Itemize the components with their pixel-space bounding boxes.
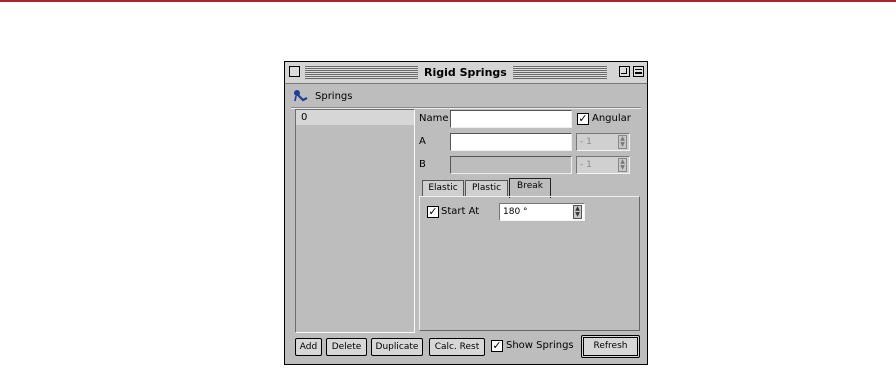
name-field[interactable]	[450, 110, 572, 128]
a-index-value: - 1	[580, 137, 592, 147]
start-at-angle-stepper[interactable]: 180 ° ▲ ▼	[499, 203, 585, 221]
springs-header-label: Springs	[315, 90, 353, 102]
calc-rest-button[interactable]: Calc. Rest	[429, 338, 485, 356]
title-bar[interactable]: Rigid Springs	[285, 62, 647, 84]
b-input[interactable]	[451, 157, 571, 173]
zoom-box-icon[interactable]	[619, 66, 630, 77]
angular-checkbox[interactable]: ✓	[577, 113, 589, 125]
collapse-box-icon[interactable]	[633, 66, 644, 77]
show-springs-label: Show Springs	[506, 340, 574, 351]
tab-plastic[interactable]: Plastic	[465, 180, 508, 196]
b-index-value: - 1	[580, 160, 592, 170]
rigid-springs-window: Rigid Springs Springs 0 Name ✓ Angular A…	[284, 61, 648, 365]
a-index-stepper[interactable]: - 1 ▲ ▼	[576, 133, 630, 151]
a-field[interactable]	[450, 133, 572, 151]
tab-elastic[interactable]: Elastic	[422, 180, 464, 196]
window-title: Rigid Springs	[418, 65, 513, 80]
stepper-arrows-icon[interactable]: ▲ ▼	[573, 205, 582, 219]
start-at-value: 180 °	[503, 207, 528, 217]
duplicate-button[interactable]: Duplicate	[371, 338, 423, 356]
springs-node-icon	[294, 90, 308, 102]
start-at-label: Start At	[441, 206, 480, 217]
stepper-arrows-icon[interactable]: ▲ ▼	[618, 158, 627, 172]
springs-header: Springs	[293, 88, 352, 104]
tab-break[interactable]: Break	[509, 178, 551, 198]
list-item[interactable]: 0	[296, 110, 414, 125]
name-label: Name	[419, 113, 449, 124]
checkmark-icon: ✓	[492, 339, 502, 352]
b-field[interactable]	[450, 156, 572, 174]
start-at-checkbox[interactable]: ✓	[427, 206, 439, 218]
refresh-button[interactable]: Refresh	[581, 335, 640, 358]
springs-list[interactable]: 0	[295, 109, 415, 333]
angular-label: Angular	[592, 113, 631, 124]
show-springs-checkbox[interactable]: ✓	[491, 340, 503, 352]
add-button[interactable]: Add	[295, 338, 322, 356]
checkmark-icon: ✓	[578, 112, 588, 125]
delete-button[interactable]: Delete	[326, 338, 367, 356]
top-accent-bar	[0, 0, 896, 2]
a-input[interactable]	[451, 134, 571, 150]
stepper-arrows-icon[interactable]: ▲ ▼	[618, 135, 627, 149]
b-label: B	[419, 159, 426, 170]
a-label: A	[419, 136, 426, 147]
close-box-icon[interactable]	[289, 66, 300, 77]
b-index-stepper[interactable]: - 1 ▲ ▼	[576, 156, 630, 174]
checkmark-icon: ✓	[428, 205, 438, 218]
name-input[interactable]	[451, 111, 571, 127]
